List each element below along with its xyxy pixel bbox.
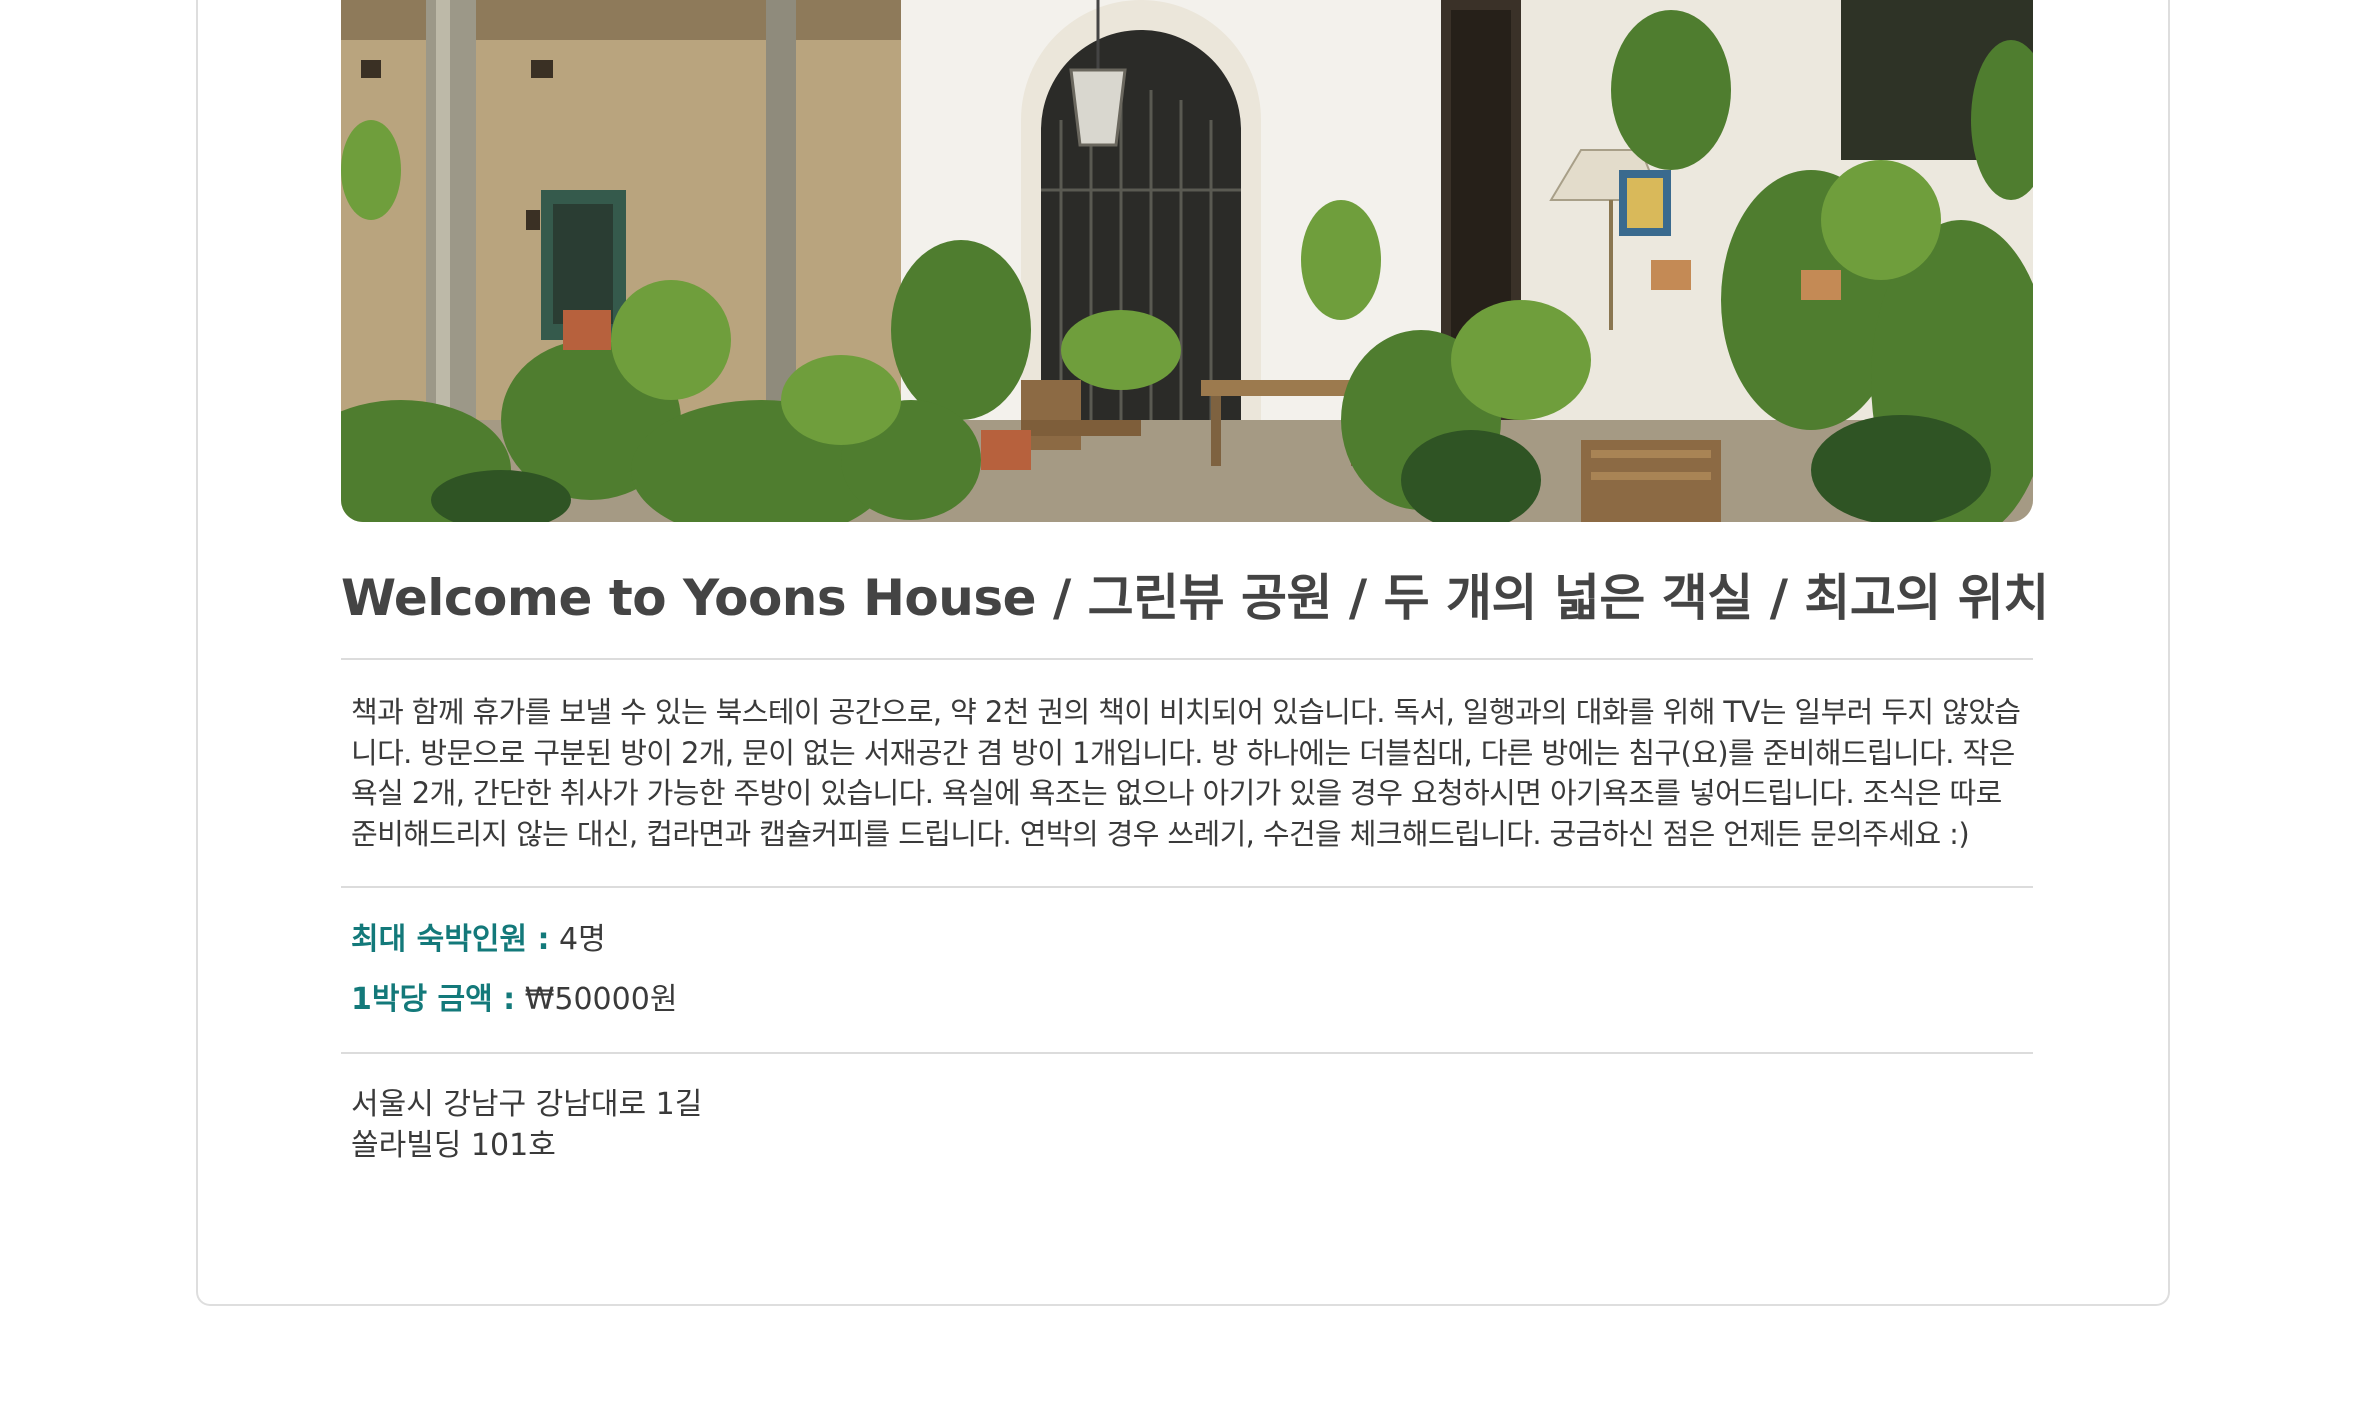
max-guests-value: 4명 [559, 922, 606, 957]
listing-title: Welcome to Yoons House / 그린뷰 공원 / 두 개의 넓… [341, 569, 2049, 627]
listing-card: Welcome to Yoons House / 그린뷰 공원 / 두 개의 넓… [196, 0, 2170, 1306]
address-line-2: 쏠라빌딩 101호 [351, 1128, 556, 1163]
divider [341, 658, 2033, 660]
max-guests-label: 최대 숙박인원 : [351, 922, 550, 957]
address-line-1: 서울시 강남구 강남대로 1길 [351, 1087, 703, 1122]
max-guests-row: 최대 숙박인원 : 4명 [351, 918, 606, 962]
listing-description: 책과 함께 휴가를 보낼 수 있는 북스테이 공간으로, 약 2천 권의 책이 … [351, 695, 2021, 851]
price-label: 1박당 금액 : [351, 982, 516, 1017]
divider [341, 886, 2033, 888]
listing-photo [341, 0, 2033, 522]
price-value: ₩50000원 [524, 982, 678, 1017]
divider [341, 1052, 2033, 1054]
price-row: 1박당 금액 : ₩50000원 [351, 978, 677, 1022]
listing-address: 서울시 강남구 강남대로 1길 쏠라빌딩 101호 [351, 1084, 702, 1166]
